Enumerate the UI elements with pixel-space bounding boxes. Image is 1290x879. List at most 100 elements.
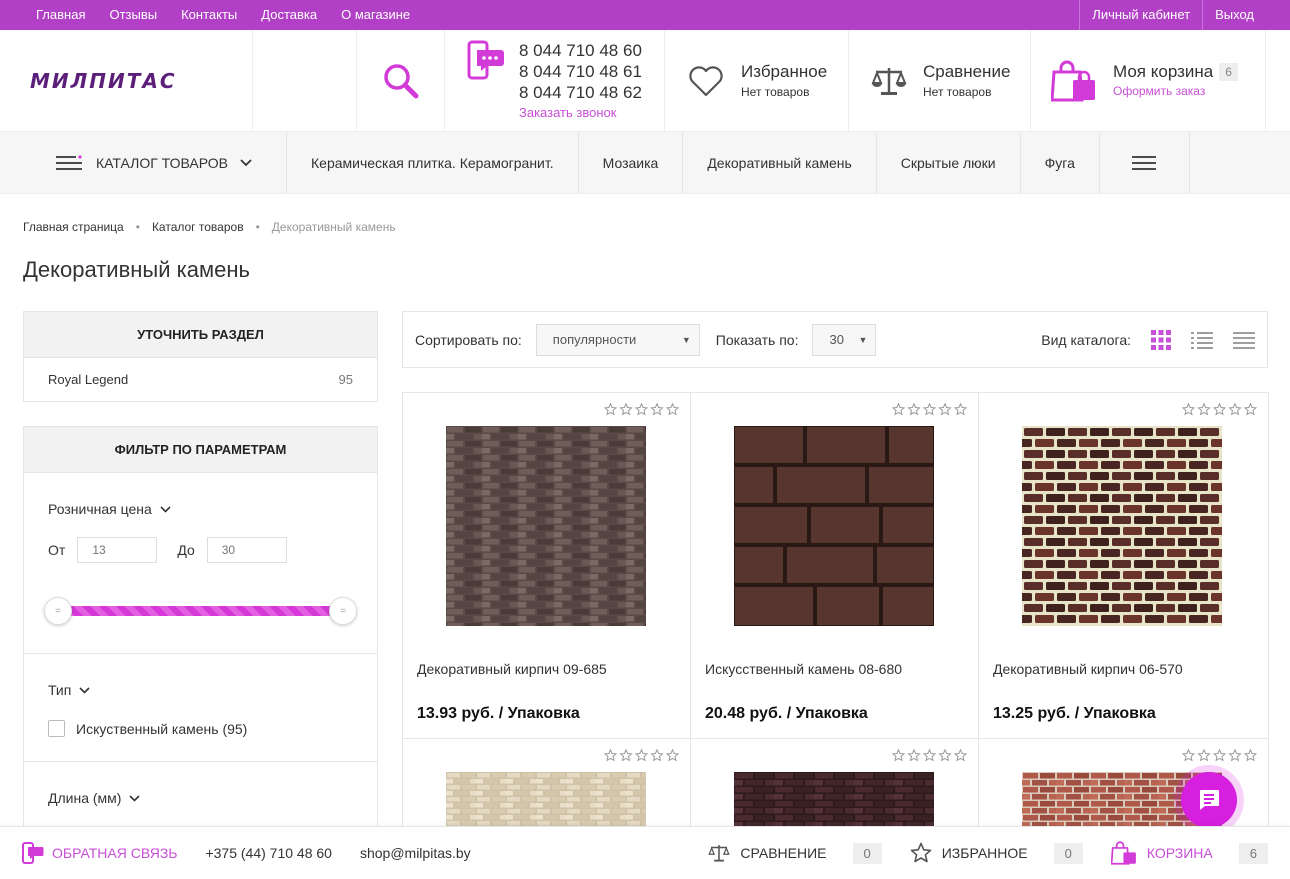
menu-icon [56, 154, 82, 170]
phone-2[interactable]: 8 044 710 48 61 [519, 61, 642, 82]
length-filter-toggle[interactable]: Длина (мм) [48, 790, 353, 806]
rating-stars[interactable] [892, 403, 968, 416]
product-name[interactable]: Декоративный кирпич 09-685 [417, 661, 607, 677]
rating-stars[interactable] [892, 749, 968, 762]
product-card[interactable]: Декоративный кирпич 06-570 13.25 руб. / … [978, 392, 1269, 739]
filter-box: ФИЛЬТР ПО ПАРАМЕТРАМ Розничная цена От Д… [23, 426, 378, 831]
table-icon [1233, 331, 1255, 349]
chevron-down-icon [129, 794, 141, 802]
more-nav-button[interactable] [1100, 131, 1190, 194]
page-title: Декоративный камень [23, 257, 250, 282]
rating-stars[interactable] [604, 749, 680, 762]
phone-3[interactable]: 8 044 710 48 62 [519, 82, 642, 103]
rating-stars[interactable] [1182, 749, 1258, 762]
footer-compare-count: 0 [852, 842, 882, 864]
nav-item-mosaic[interactable]: Мозаика [579, 131, 684, 194]
catalog-menu-button[interactable]: КАТАЛОГ ТОВАРОВ [0, 131, 287, 194]
star-icon [604, 403, 680, 416]
product-name[interactable]: Искусственный камень 08-680 [705, 661, 902, 677]
top-link-contacts[interactable]: Контакты [169, 0, 249, 30]
dropdown-arrow-icon: ▼ [858, 334, 868, 345]
product-price: 20.48 руб. / Упаковка [705, 705, 868, 722]
phone-1[interactable]: 8 044 710 48 60 [519, 40, 642, 61]
footer-compare-link[interactable]: СРАВНЕНИЕ 0 [708, 842, 882, 864]
footer-favorites-count: 0 [1053, 842, 1083, 864]
view-table-button[interactable] [1233, 331, 1255, 349]
heart-icon [689, 65, 723, 96]
logout-link[interactable]: Выход [1202, 0, 1266, 30]
price-slider-min-handle[interactable]: = [44, 597, 72, 625]
nav-item-ceramic[interactable]: Керамическая плитка. Керамогранит. [287, 131, 579, 194]
price-slider[interactable]: = = [44, 593, 357, 629]
top-link-about[interactable]: О магазине [329, 0, 422, 30]
main-nav: КАТАЛОГ ТОВАРОВ Керамическая плитка. Кер… [0, 131, 1290, 194]
shopping-bag-icon [1051, 60, 1095, 101]
price-from-input[interactable] [77, 537, 158, 563]
logo-link[interactable]: МИЛПИТАС [0, 30, 253, 131]
catalog-toolbar: Сортировать по: популярности ▼ Показать … [402, 311, 1268, 368]
sidebar: УТОЧНИТЬ РАЗДЕЛ Royal Legend 95 ФИЛЬТР П… [23, 311, 378, 855]
price-filter: Розничная цена От До = = [24, 473, 377, 654]
checkbox[interactable] [48, 720, 65, 737]
type-option-artificial-stone[interactable]: Искуственный камень (95) [48, 720, 353, 737]
product-image[interactable] [734, 426, 934, 626]
section-box-title: УТОЧНИТЬ РАЗДЕЛ [24, 312, 377, 358]
search-button[interactable] [357, 30, 445, 131]
cart-title: Моя корзина [1113, 61, 1214, 81]
breadcrumb-catalog[interactable]: Каталог товаров [152, 220, 244, 234]
product-image[interactable] [1022, 426, 1222, 626]
star-icon [910, 842, 932, 863]
star-icon [892, 749, 968, 762]
footer-email[interactable]: shop@milpitas.by [360, 845, 471, 861]
product-grid: Декоративный кирпич 09-685 13.93 руб. / … [402, 392, 1269, 839]
favorites-title: Избранное [741, 62, 828, 81]
section-item-count: 95 [338, 372, 353, 387]
nav-item-hatches[interactable]: Скрытые люки [877, 131, 1021, 194]
type-filter-toggle[interactable]: Тип [48, 682, 353, 698]
nav-item-grout[interactable]: Фуга [1021, 131, 1100, 194]
cart-link[interactable]: Моя корзина 6 Оформить заказ [1031, 30, 1266, 131]
product-card[interactable]: Искусственный камень 08-680 20.48 руб. /… [690, 392, 979, 739]
star-icon [1182, 749, 1258, 762]
cart-count-badge: 6 [1219, 63, 1238, 82]
account-link[interactable]: Личный кабинет [1079, 0, 1202, 30]
chat-button[interactable] [1181, 772, 1237, 828]
top-link-reviews[interactable]: Отзывы [97, 0, 169, 30]
footer-cart-link[interactable]: КОРЗИНА 6 [1110, 841, 1268, 865]
sort-select[interactable]: популярности ▼ [535, 323, 700, 356]
compare-link[interactable]: Сравнение Нет товаров [849, 30, 1031, 131]
favorites-link[interactable]: Избранное Нет товаров [665, 30, 849, 131]
price-filter-toggle[interactable]: Розничная цена [48, 501, 353, 517]
nav-item-decor-stone[interactable]: Декоративный камень [683, 131, 877, 194]
price-slider-max-handle[interactable]: = [329, 597, 357, 625]
length-filter: Длина (мм) [24, 762, 377, 830]
phone-chat-icon [467, 40, 504, 80]
checkout-link[interactable]: Оформить заказ [1113, 84, 1205, 98]
product-card[interactable] [690, 738, 979, 839]
rating-stars[interactable] [604, 403, 680, 416]
footer-favorites-link[interactable]: ИЗБРАННОЕ 0 [910, 842, 1083, 864]
product-card[interactable]: Декоративный кирпич 09-685 13.93 руб. / … [402, 392, 691, 739]
breadcrumb-home[interactable]: Главная страница [23, 220, 124, 234]
feedback-icon [22, 842, 44, 864]
feedback-link[interactable]: ОБРАТНАЯ СВЯЗЬ [52, 845, 177, 861]
breadcrumb: Главная страница • Каталог товаров • Дек… [23, 220, 396, 234]
filter-box-title: ФИЛЬТР ПО ПАРАМЕТРАМ [24, 427, 377, 473]
section-item[interactable]: Royal Legend 95 [24, 358, 377, 401]
search-icon [383, 63, 418, 98]
page-size-select[interactable]: 30 ▼ [812, 323, 877, 356]
view-grid-button[interactable] [1151, 329, 1171, 350]
product-image[interactable] [446, 426, 646, 626]
callback-link[interactable]: Заказать звонок [519, 105, 642, 120]
rating-stars[interactable] [1182, 403, 1258, 416]
view-list-button[interactable] [1191, 331, 1213, 349]
top-link-delivery[interactable]: Доставка [249, 0, 329, 30]
footer-phone[interactable]: +375 (44) 710 48 60 [205, 845, 332, 861]
top-link-home[interactable]: Главная [24, 0, 97, 30]
price-to-input[interactable] [206, 537, 287, 563]
section-box: УТОЧНИТЬ РАЗДЕЛ Royal Legend 95 [23, 311, 378, 402]
shopping-bag-icon [1110, 841, 1136, 865]
product-card[interactable] [402, 738, 691, 839]
show-label: Показать по: [715, 331, 799, 348]
product-name[interactable]: Декоративный кирпич 06-570 [993, 661, 1183, 677]
